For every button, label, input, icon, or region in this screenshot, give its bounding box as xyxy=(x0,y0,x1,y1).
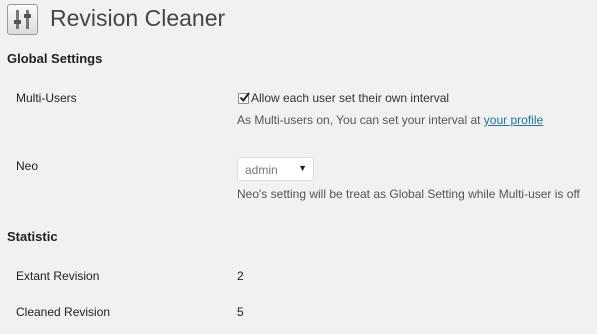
multi-users-description: As Multi-users on, You can set your inte… xyxy=(237,113,543,127)
statistic-heading: Statistic xyxy=(7,229,58,244)
extant-revision-label: Extant Revision xyxy=(16,269,100,283)
dropdown-arrow-icon: ▼ xyxy=(298,163,307,173)
multi-users-label: Multi-Users xyxy=(16,91,77,105)
your-profile-link[interactable]: your profile xyxy=(484,113,543,127)
multi-users-desc-text: As Multi-users on, You can set your inte… xyxy=(237,113,484,127)
extant-revision-value: 2 xyxy=(237,269,244,283)
neo-select[interactable]: admin ▼ xyxy=(237,157,314,181)
multi-users-checkbox-label[interactable]: Allow each user set their own interval xyxy=(251,91,449,105)
neo-label: Neo xyxy=(16,159,39,173)
cleaned-revision-label: Cleaned Revision xyxy=(16,305,111,319)
page-title: Revision Cleaner xyxy=(50,5,226,31)
cleaned-revision-value: 5 xyxy=(237,305,244,319)
global-settings-heading: Global Settings xyxy=(7,51,103,66)
multi-users-checkbox[interactable] xyxy=(238,92,250,104)
neo-description: Neo's setting will be treat as Global Se… xyxy=(237,187,580,201)
settings-sliders-icon xyxy=(7,4,38,35)
checkmark-icon xyxy=(239,92,250,103)
neo-select-value: admin xyxy=(245,163,278,177)
